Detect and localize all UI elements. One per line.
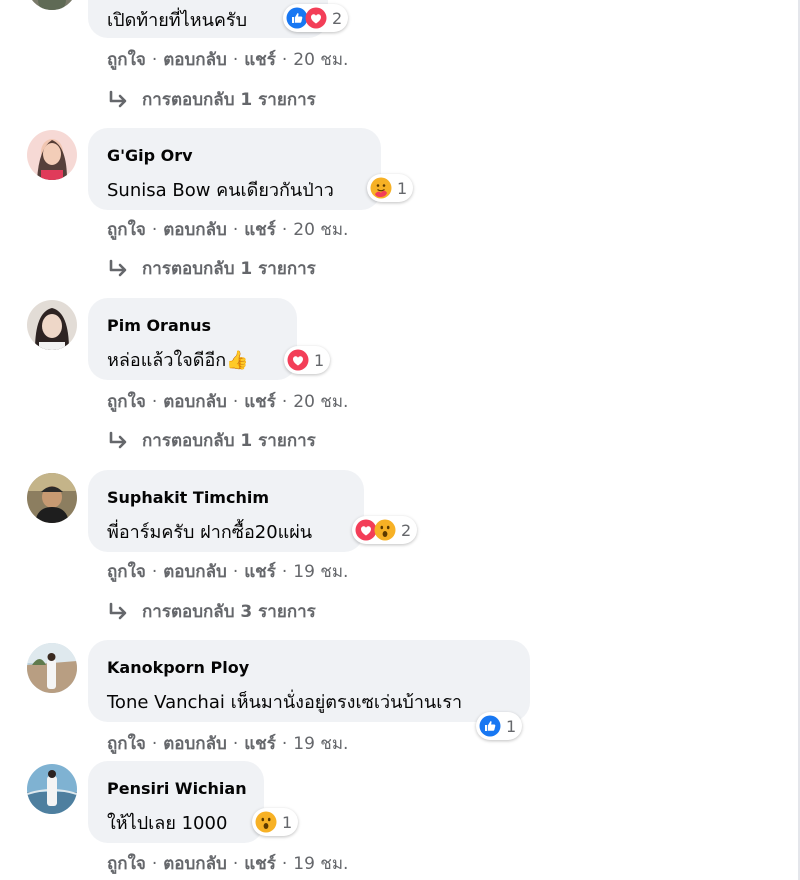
comment-bubble: Pim Oranus หล่อแล้วใจดีอีก👍 <box>88 298 297 380</box>
replies-label: การตอบกลับ 3 รายการ <box>142 602 316 622</box>
comment-text: ให้ไปเลย 1000 <box>107 813 228 834</box>
timestamp[interactable]: 19 ชม. <box>293 854 348 874</box>
reply-link[interactable]: ตอบกลับ <box>163 392 227 412</box>
reply-arrow-icon <box>109 431 127 448</box>
reaction-summary[interactable]: 1 <box>367 174 414 202</box>
commenter-name[interactable]: Pensiri Wichian <box>107 779 247 798</box>
timestamp[interactable]: 20 ชม. <box>293 392 348 412</box>
reaction-summary[interactable]: 2 <box>352 516 418 544</box>
replies-label: การตอบกลับ 1 รายการ <box>142 259 316 279</box>
view-replies-link[interactable]: การตอบกลับ 1 รายการ <box>108 86 316 113</box>
avatar[interactable] <box>27 0 77 10</box>
timestamp[interactable]: 20 ชม. <box>293 50 348 70</box>
commenter-name[interactable]: Suphakit Timchim <box>107 488 269 507</box>
avatar[interactable] <box>27 130 77 180</box>
comment-text: พี่อาร์มครับ ฝากซื้อ20แผ่น <box>107 522 313 543</box>
commenter-name[interactable]: G'Gip Orv <box>107 146 193 165</box>
reaction-count: 1 <box>506 716 517 736</box>
care-icon <box>370 177 392 199</box>
reply-arrow-icon <box>109 602 127 619</box>
comment-bubble: Pensiri Wichian ให้ไปเลย 1000 <box>88 761 264 843</box>
timestamp[interactable]: 19 ชม. <box>293 734 348 754</box>
reaction-summary[interactable]: 1 <box>252 808 299 836</box>
reaction-count: 1 <box>314 350 325 370</box>
timestamp[interactable]: 20 ชม. <box>293 220 348 240</box>
comment-text: เปิดท้ายที่ไหนครับ <box>107 10 248 31</box>
thumbs-up-emoji: 👍 <box>226 350 249 371</box>
share-link[interactable]: แชร์ <box>244 734 276 754</box>
love-icon <box>287 349 309 371</box>
reaction-count: 2 <box>401 520 412 540</box>
reply-link[interactable]: ตอบกลับ <box>163 50 227 70</box>
share-link[interactable]: แชร์ <box>244 50 276 70</box>
view-replies-link[interactable]: การตอบกลับ 1 รายการ <box>108 427 316 454</box>
comment-bubble: Kanokporn Ploy Tone Vanchai เห็นมานั่งอย… <box>88 640 530 722</box>
comment-actions: ถูกใจ · ตอบกลับ · แชร์ · 20 ชม. <box>107 50 349 70</box>
reaction-count: 1 <box>282 812 293 832</box>
like-icon <box>479 715 501 737</box>
comment-actions: ถูกใจ · ตอบกลับ · แชร์ · 19 ชม. <box>107 562 349 582</box>
comment-bubble: Suphakit Timchim พี่อาร์มครับ ฝากซื้อ20แ… <box>88 470 364 552</box>
reaction-count: 1 <box>397 178 408 198</box>
reaction-summary[interactable]: 1 <box>476 712 523 740</box>
comment-actions: ถูกใจ · ตอบกลับ · แชร์ · 19 ชม. <box>107 734 349 754</box>
avatar[interactable] <box>27 300 77 350</box>
reply-link[interactable]: ตอบกลับ <box>163 220 227 240</box>
reply-arrow-icon <box>109 90 127 107</box>
commenter-name[interactable]: Pim Oranus <box>107 316 211 335</box>
reaction-count: 2 <box>332 8 343 28</box>
comment-text: Tone Vanchai เห็นมานั่งอยู่ตรงเซเว่นบ้าน… <box>107 692 463 713</box>
reply-arrow-icon <box>109 259 127 276</box>
avatar[interactable] <box>27 643 77 693</box>
replies-label: การตอบกลับ 1 รายการ <box>142 90 316 110</box>
share-link[interactable]: แชร์ <box>244 220 276 240</box>
share-link[interactable]: แชร์ <box>244 562 276 582</box>
like-link[interactable]: ถูกใจ <box>107 854 146 874</box>
comment-bubble: G'Gip Orv Sunisa Bow คนเดียวกันป่าว <box>88 128 381 210</box>
share-link[interactable]: แชร์ <box>244 854 276 874</box>
love-icon <box>305 7 327 29</box>
reply-link[interactable]: ตอบกลับ <box>163 734 227 754</box>
comment-actions: ถูกใจ · ตอบกลับ · แชร์ · 19 ชม. <box>107 854 349 874</box>
replies-label: การตอบกลับ 1 รายการ <box>142 431 316 451</box>
comment-text: หล่อแล้วใจดีอีก👍 <box>107 350 249 371</box>
like-link[interactable]: ถูกใจ <box>107 734 146 754</box>
avatar[interactable] <box>27 473 77 523</box>
view-replies-link[interactable]: การตอบกลับ 3 รายการ <box>108 598 316 625</box>
commenter-name[interactable]: Kanokporn Ploy <box>107 658 249 677</box>
like-link[interactable]: ถูกใจ <box>107 392 146 412</box>
like-link[interactable]: ถูกใจ <box>107 220 146 240</box>
reply-link[interactable]: ตอบกลับ <box>163 854 227 874</box>
like-link[interactable]: ถูกใจ <box>107 50 146 70</box>
view-replies-link[interactable]: การตอบกลับ 1 รายการ <box>108 255 316 282</box>
comment-actions: ถูกใจ · ตอบกลับ · แชร์ · 20 ชม. <box>107 220 349 240</box>
reply-link[interactable]: ตอบกลับ <box>163 562 227 582</box>
reaction-summary[interactable]: 2 <box>283 4 349 32</box>
wow-icon <box>374 519 396 541</box>
avatar[interactable] <box>27 764 77 814</box>
wow-icon <box>255 811 277 833</box>
reaction-summary[interactable]: 1 <box>284 346 331 374</box>
share-link[interactable]: แชร์ <box>244 392 276 412</box>
like-link[interactable]: ถูกใจ <box>107 562 146 582</box>
timestamp[interactable]: 19 ชม. <box>293 562 348 582</box>
comment-text: Sunisa Bow คนเดียวกันป่าว <box>107 180 334 201</box>
comment-actions: ถูกใจ · ตอบกลับ · แชร์ · 20 ชม. <box>107 392 349 412</box>
